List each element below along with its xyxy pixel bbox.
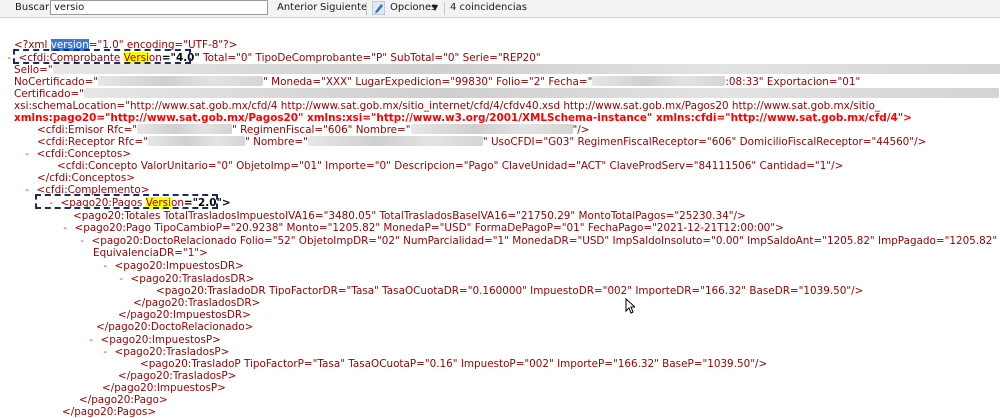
doctorelacionado-open: - <pago20:DoctoRelacionado Folio="52" Ob…	[79, 235, 1000, 247]
totales-element: <pago20:Totales TotalTrasladosImpuestoIV…	[73, 210, 746, 222]
redacted-value	[307, 136, 483, 146]
chevron-down-icon[interactable]: ▼	[432, 3, 438, 12]
separator	[444, 2, 445, 15]
comprobante-line: - <cfdi:Comprobante Version="4.0" Total=…	[6, 52, 541, 64]
trasladop-element: <pago20:TrasladoP TipoFactorP="Tasa" Tas…	[140, 358, 768, 370]
find-bar: Buscar: versio Anterior Siguiente Opcion…	[0, 0, 1000, 18]
collapse-toggle[interactable]: -	[6, 52, 19, 64]
sello-attr: Sello="	[14, 64, 1000, 77]
xml-declaration: <?xml version="1.0" encoding="UTF-8"?>	[14, 39, 238, 51]
pagos-open: - <pago20:Pagos Version="2.0">	[48, 197, 231, 209]
xml-viewer: <?xml version="1.0" encoding="UTF-8"?> -…	[0, 19, 1000, 418]
impuestosp-close: </pago20:ImpuestosP>	[102, 382, 226, 394]
doctorelacionado-close: </pago20:DoctoRelacionado>	[96, 321, 254, 333]
pago-open: - <pago20:Pago TipoCambioP="20.9238" Mon…	[62, 222, 784, 234]
impuestosdr-open: - <pago20:ImpuestosDR>	[102, 260, 244, 272]
concepto-element: <cfdi:Concepto ValorUnitario="0" ObjetoI…	[57, 160, 844, 172]
nocertificado-line: NoCertificado=" " Moneda="XXX" LugarExped…	[14, 76, 861, 88]
match-count: 4 coincidencias	[450, 2, 528, 13]
highlight-pen-icon[interactable]	[372, 1, 385, 15]
pago-close: </pago20:Pago>	[79, 394, 168, 406]
emisor-element: <cfdi:Emisor Rfc=" " RegimenFiscal="606" …	[37, 124, 590, 136]
trasladosdr-open: - <pago20:TrasladosDR>	[118, 273, 255, 285]
trasladosdr-close: </pago20:TrasladosDR>	[133, 297, 261, 309]
redacted-value	[98, 76, 264, 86]
complemento-open: - <cfdi:Complemento>	[24, 184, 150, 196]
next-button[interactable]: Siguiente	[320, 2, 367, 13]
trasladosp-close: </pago20:TrasladosP>	[118, 370, 237, 382]
collapse-toggle[interactable]: -	[118, 273, 131, 285]
conceptos-open: - <cfdi:Conceptos>	[24, 148, 132, 160]
schemalocation-attr: xsi:schemaLocation="http://www.sat.gob.m…	[14, 100, 881, 112]
collapse-toggle[interactable]: -	[79, 235, 92, 247]
find-label: Buscar:	[15, 2, 53, 13]
search-input[interactable]: versio	[50, 0, 268, 15]
pagos-close: </pago20:Pagos>	[62, 406, 157, 418]
collapse-toggle[interactable]: -	[102, 346, 115, 358]
separator	[366, 2, 367, 15]
redacted-value	[148, 136, 245, 146]
collapse-toggle[interactable]: -	[102, 260, 115, 272]
previous-button[interactable]: Anterior	[277, 2, 317, 13]
impuestosp-open: - <pago20:ImpuestosP>	[88, 334, 221, 346]
collapse-toggle[interactable]: -	[48, 197, 61, 209]
collapse-toggle[interactable]: -	[24, 184, 37, 196]
collapse-toggle[interactable]: -	[24, 148, 37, 160]
redacted-value	[592, 76, 726, 86]
doctorelacionado-continued: EquivalenciaDR="1">	[93, 247, 208, 259]
impuestosdr-close: </pago20:ImpuestosDR>	[118, 309, 251, 321]
mouse-cursor-icon	[625, 298, 635, 314]
redacted-value	[83, 88, 999, 98]
options-button[interactable]: Opciones	[390, 2, 436, 13]
redacted-value	[52, 64, 1000, 74]
redacted-value	[137, 124, 233, 134]
collapse-toggle[interactable]: -	[62, 222, 75, 234]
collapse-toggle[interactable]: -	[88, 334, 101, 346]
redacted-value	[410, 124, 573, 134]
trasladosp-open: - <pago20:TrasladosP>	[102, 346, 230, 358]
conceptos-close: </cfdi:Conceptos>	[37, 172, 136, 184]
receptor-element: <cfdi:Receptor Rfc=" " Nombre=" " UsoCFDI=…	[37, 136, 927, 148]
namespaces-line: xmlns:pago20="http://www.sat.gob.mx/Pago…	[14, 112, 912, 124]
trasladodr-element: <pago20:TrasladoDR TipoFactorDR="Tasa" T…	[156, 285, 864, 297]
certificado-attr: Certificado="	[14, 88, 999, 101]
